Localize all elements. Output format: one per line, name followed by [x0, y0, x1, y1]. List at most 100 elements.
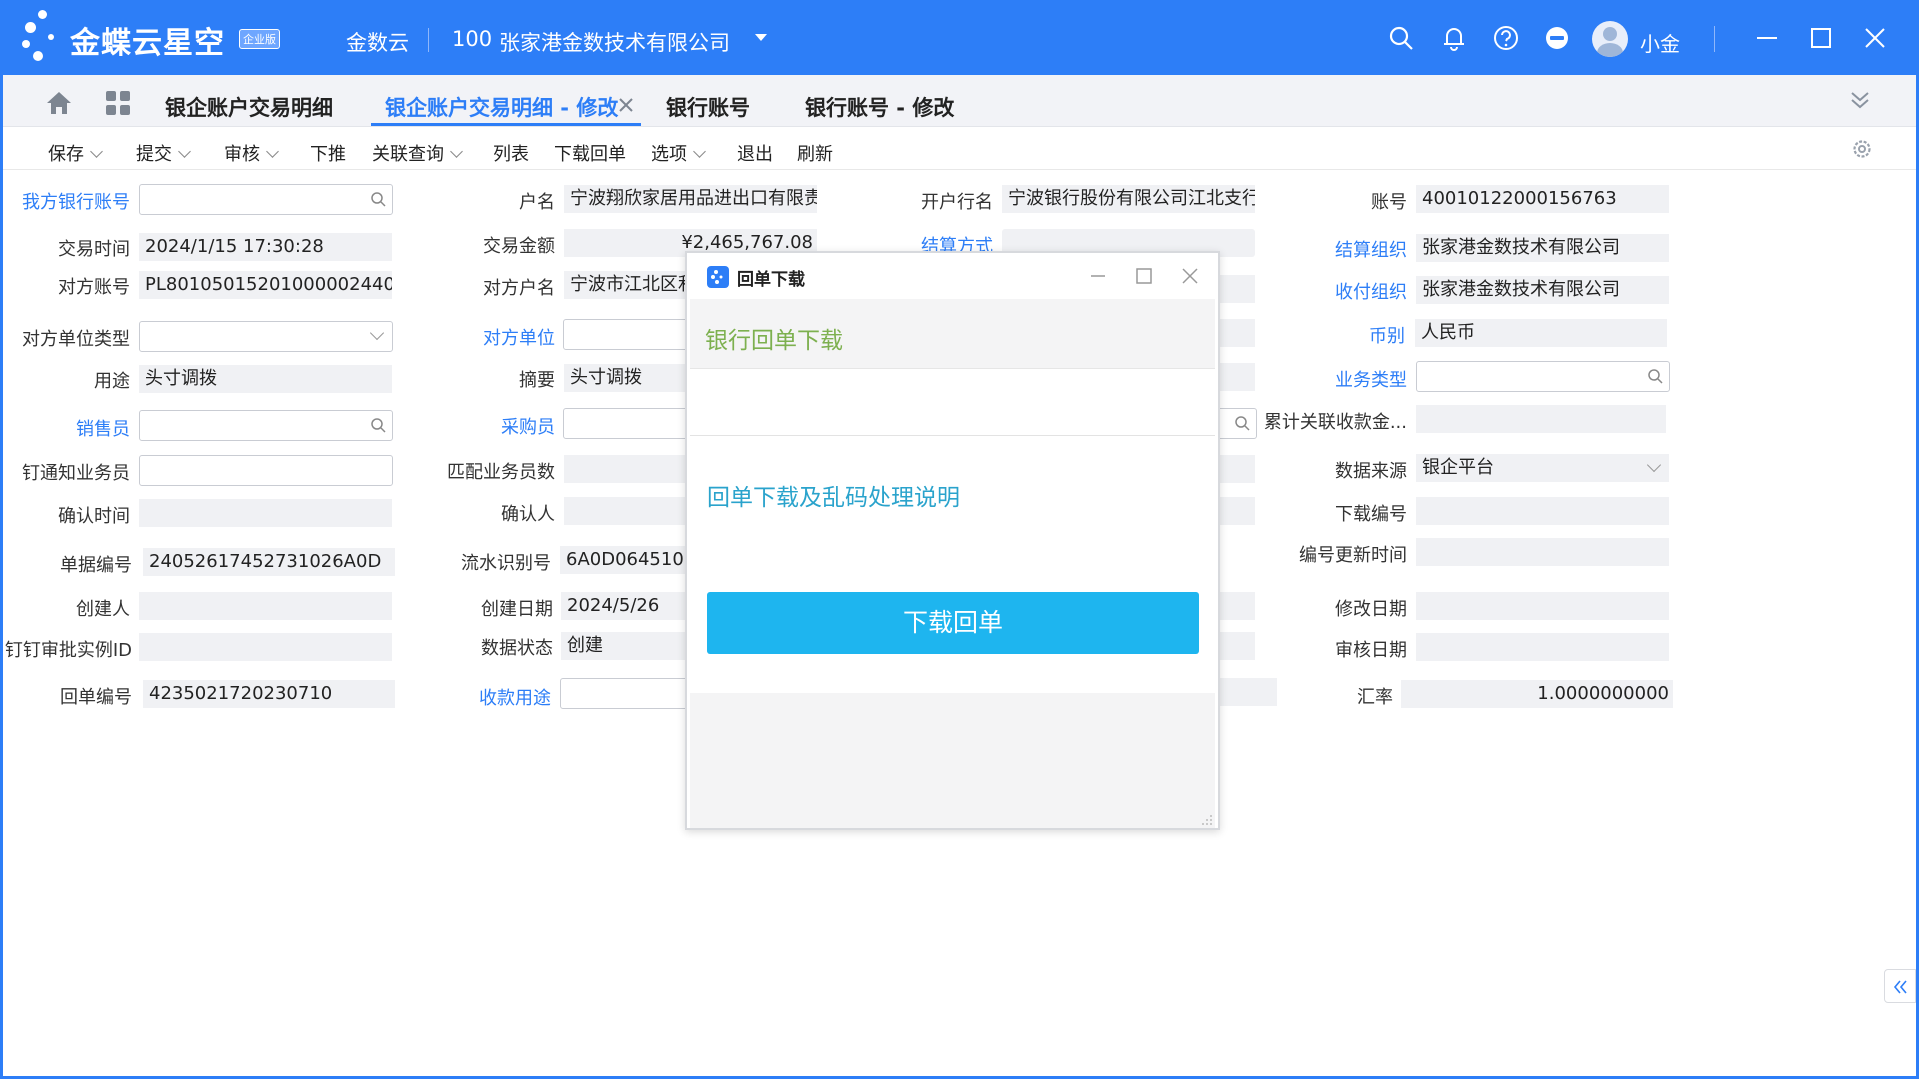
tab-bank-transaction-detail[interactable]: 银企账户交易明细	[165, 92, 333, 122]
org-dropdown-icon[interactable]	[748, 28, 774, 48]
counterparty-unit-type-select[interactable]	[139, 321, 393, 352]
tab-bank-account-edit[interactable]: 银行账号 - 修改	[805, 92, 954, 122]
field-label-flow-id: 流水识别号	[461, 553, 551, 574]
field-label-business-type[interactable]: 业务类型	[1270, 366, 1407, 392]
org-name[interactable]: 张家港金数技术有限公司	[499, 27, 730, 57]
exit-button[interactable]: 退出	[737, 140, 773, 166]
minimize-icon[interactable]	[1753, 24, 1781, 52]
data-source-select[interactable]: 银企平台	[1416, 454, 1669, 482]
settlement-org-field: 张家港金数技术有限公司	[1416, 234, 1669, 262]
currency-field: 人民币	[1415, 319, 1667, 347]
field-label-dingtalk-approval-id: 钉钉审批实例ID	[4, 640, 132, 661]
field-label-number-update-time: 编号更新时间	[1299, 545, 1407, 566]
field-label-counterparty-unit[interactable]: 对方单位	[430, 324, 555, 350]
business-type-input[interactable]	[1416, 361, 1670, 392]
refresh-button[interactable]: 刷新	[797, 140, 833, 166]
home-icon[interactable]	[45, 90, 73, 116]
tab-bank-transaction-detail-edit[interactable]: 银企账户交易明细 - 修改	[385, 92, 618, 122]
field-label-purchaser[interactable]: 采购员	[430, 413, 555, 439]
org-code[interactable]: 100	[452, 27, 492, 51]
tab-bar: 银企账户交易明细 银企账户交易明细 - 修改 银行账号 银行账号 - 修改	[3, 75, 1916, 127]
field-label-download-number: 下载编号	[1335, 504, 1407, 525]
download-receipt-button[interactable]: 下载回单	[554, 140, 626, 166]
dialog-maximize-icon[interactable]	[1135, 267, 1153, 285]
col3-field-row10	[1215, 592, 1255, 620]
chevron-down-icon	[369, 325, 385, 341]
options-menu[interactable]: 选项	[651, 140, 706, 166]
data-source-value: 银企平台	[1422, 457, 1494, 478]
dialog-minimize-icon[interactable]	[1089, 267, 1107, 285]
search-icon[interactable]	[1234, 415, 1250, 431]
audit-menu[interactable]: 审核	[224, 140, 279, 166]
toolbar: 保存 提交 审核 下推 关联查询 列表 下载回单 选项 退出 刷新	[3, 128, 1916, 170]
tab-bank-account[interactable]: 银行账号	[666, 92, 750, 122]
chevron-down-icon	[1646, 457, 1662, 473]
more-options-icon[interactable]	[1543, 24, 1571, 52]
maximize-icon[interactable]	[1807, 24, 1835, 52]
field-label-salesperson[interactable]: 销售员	[20, 415, 130, 441]
dialog-footer	[690, 693, 1215, 828]
options-label: 选项	[651, 144, 687, 165]
save-menu[interactable]: 保存	[48, 140, 103, 166]
push-down-button[interactable]: 下推	[310, 140, 346, 166]
user-name[interactable]: 小金	[1640, 28, 1680, 57]
search-icon[interactable]	[1647, 368, 1663, 384]
field-label-purpose: 用途	[94, 371, 130, 392]
receipt-download-dialog: 回单下载 银行回单下载 回单下载及乱码处理说明 下载回单	[685, 251, 1220, 830]
settings-gear-icon[interactable]	[1851, 138, 1873, 160]
field-label-currency[interactable]: 币别	[1270, 322, 1405, 348]
col3-field-row3	[1215, 275, 1255, 303]
field-label-payment-org[interactable]: 收付组织	[1270, 278, 1407, 304]
notification-bell-icon[interactable]	[1440, 24, 1468, 52]
col3-search-input[interactable]	[1215, 408, 1257, 439]
salesperson-input[interactable]	[139, 410, 393, 441]
field-label-confirmer: 确认人	[501, 504, 555, 525]
product-link[interactable]: 金数云	[346, 27, 409, 57]
list-button[interactable]: 列表	[493, 140, 529, 166]
field-label-audit-date: 审核日期	[1335, 640, 1407, 661]
our-bank-account-input[interactable]	[139, 184, 393, 215]
field-label-modify-date: 修改日期	[1335, 599, 1407, 620]
app-grid-icon[interactable]	[105, 90, 131, 116]
field-label-settlement-org[interactable]: 结算组织	[1270, 236, 1407, 262]
col3-field-row12	[1215, 678, 1277, 706]
related-query-menu[interactable]: 关联查询	[372, 140, 463, 166]
download-receipt-dialog-button[interactable]: 下载回单	[707, 592, 1199, 654]
double-chevron-down-icon[interactable]	[1849, 89, 1871, 111]
dialog-header-title: 银行回单下载	[705, 328, 843, 354]
field-label-counterparty-name: 对方户名	[483, 278, 555, 299]
user-avatar[interactable]	[1592, 21, 1628, 57]
field-label-our-bank-account[interactable]: 我方银行账号	[20, 188, 130, 214]
resize-grip-icon[interactable]	[1200, 813, 1214, 827]
help-icon[interactable]	[1492, 24, 1520, 52]
dialog-close-icon[interactable]	[1181, 267, 1199, 285]
top-bar: 金蝶云星空 企业版 金数云 100 张家港金数技术有限公司 小金	[0, 0, 1919, 75]
number-update-time-field	[1416, 538, 1669, 566]
app-logo[interactable]: 金蝶云星空 企业版	[22, 10, 292, 66]
dingtalk-notify-input[interactable]	[139, 455, 393, 486]
bank-branch-field: 宁波银行股份有限公司江北支行	[1002, 185, 1255, 213]
audit-label: 审核	[224, 144, 260, 165]
logo-text: 金蝶云星空	[70, 26, 225, 61]
field-label-receipt-purpose[interactable]: 收款用途	[430, 684, 551, 710]
save-label: 保存	[48, 144, 84, 165]
submit-menu[interactable]: 提交	[136, 140, 191, 166]
modify-date-field	[1416, 592, 1669, 620]
dialog-divider	[690, 435, 1215, 436]
field-label-create-date: 创建日期	[481, 599, 553, 620]
receipt-number-field: 4235021720230710	[143, 680, 395, 708]
receipt-help-link[interactable]: 回单下载及乱码处理说明	[707, 478, 960, 512]
search-icon[interactable]	[370, 417, 386, 433]
dialog-title: 回单下载	[737, 270, 805, 290]
close-tab-icon[interactable]	[618, 97, 634, 113]
field-label-counterparty-unit-type: 对方单位类型	[22, 329, 130, 350]
close-window-icon[interactable]	[1861, 24, 1889, 52]
payment-org-field: 张家港金数技术有限公司	[1416, 276, 1669, 304]
dingtalk-approval-id-field	[139, 633, 392, 661]
edition-badge: 企业版	[239, 29, 280, 49]
side-panel-toggle[interactable]	[1884, 969, 1916, 1003]
field-label-confirm-time: 确认时间	[58, 506, 130, 527]
search-icon[interactable]	[370, 191, 386, 207]
search-icon[interactable]	[1387, 24, 1415, 52]
dialog-titlebar[interactable]: 回单下载	[687, 253, 1218, 297]
